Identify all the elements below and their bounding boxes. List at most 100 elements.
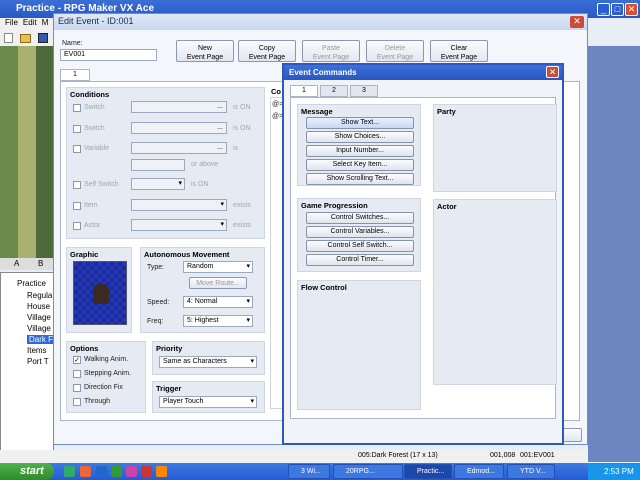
event-commands-close-button[interactable]: ✕ bbox=[546, 66, 559, 78]
message-panel: Message Show Text... Show Choices... Inp… bbox=[297, 104, 421, 186]
flow-control-title: Flow Control bbox=[301, 283, 347, 292]
type-select[interactable]: Random bbox=[183, 261, 253, 273]
quicklaunch-icon[interactable] bbox=[141, 466, 152, 477]
menu-edit[interactable]: Edit bbox=[23, 18, 37, 27]
actor-select[interactable] bbox=[131, 219, 227, 231]
move-route-button[interactable]: Move Route... bbox=[189, 277, 247, 289]
tree-item[interactable]: Village bbox=[27, 313, 51, 322]
switch1-checkbox[interactable] bbox=[73, 104, 81, 112]
status-map: 005:Dark Forest (17 x 13) bbox=[358, 452, 438, 459]
options-panel: Options ✓ Walking Anim. Stepping Anim. D… bbox=[66, 341, 146, 413]
control-switches-button[interactable]: Control Switches... bbox=[306, 212, 414, 224]
quicklaunch-icon[interactable] bbox=[80, 466, 91, 477]
show-scrolling-text-button[interactable]: Show Scrolling Text... bbox=[306, 173, 414, 185]
menu-mode[interactable]: M bbox=[42, 18, 49, 27]
tree-item[interactable]: Regula bbox=[27, 291, 52, 300]
quicklaunch-icon[interactable] bbox=[64, 466, 75, 477]
self-switch-select[interactable] bbox=[131, 178, 185, 190]
direction-fix-checkbox[interactable] bbox=[73, 384, 81, 392]
variable-select[interactable]: ... bbox=[131, 142, 227, 154]
status-coords: 001,008 bbox=[490, 452, 516, 459]
speed-label: Speed: bbox=[147, 299, 170, 306]
contents-title: Co bbox=[271, 87, 281, 96]
switch1-label: Switch bbox=[84, 104, 105, 111]
conditions-panel: Conditions Switch ... is ON Switch ... i… bbox=[66, 87, 265, 239]
delete-event-page-button[interactable]: Delete Event Page bbox=[366, 40, 424, 62]
name-input[interactable]: EV001 bbox=[60, 49, 157, 61]
tree-item[interactable]: Village bbox=[27, 324, 51, 333]
clear-event-page-button[interactable]: Clear Event Page bbox=[430, 40, 488, 62]
character-sprite bbox=[93, 284, 109, 304]
new-event-page-button[interactable]: New Event Page bbox=[176, 40, 234, 62]
item-select[interactable] bbox=[131, 199, 227, 211]
item-checkbox[interactable] bbox=[73, 202, 81, 210]
tree-item[interactable]: Practice bbox=[17, 279, 46, 288]
maximize-button[interactable]: □ bbox=[611, 3, 624, 16]
tab-page-1[interactable]: 1 bbox=[60, 69, 90, 81]
map-canvas[interactable] bbox=[588, 46, 640, 462]
show-text-button[interactable]: Show Text... bbox=[306, 117, 414, 129]
tab-commands-2[interactable]: 2 bbox=[320, 85, 348, 97]
freq-select[interactable]: 5: Highest bbox=[183, 315, 253, 327]
switch1-select[interactable]: ... bbox=[131, 101, 227, 113]
tab-commands-1[interactable]: 1 bbox=[290, 85, 318, 97]
self-switch-checkbox[interactable] bbox=[73, 181, 81, 189]
taskbar-item-active[interactable]: Practic... bbox=[404, 464, 452, 479]
variable-checkbox[interactable] bbox=[73, 145, 81, 153]
tileset-tab-a[interactable]: A bbox=[14, 259, 19, 268]
taskbar-item[interactable]: YTD V... bbox=[507, 464, 555, 479]
tree-item[interactable]: Port T bbox=[27, 357, 49, 366]
tileset-tab-b[interactable]: B bbox=[38, 259, 43, 268]
excel-icon[interactable] bbox=[111, 466, 122, 477]
close-button[interactable]: ✕ bbox=[625, 3, 638, 16]
tree-item[interactable]: House bbox=[27, 302, 50, 311]
actor-label: Actor bbox=[84, 222, 101, 229]
input-number-button[interactable]: Input Number... bbox=[306, 145, 414, 157]
apply-button[interactable] bbox=[562, 428, 582, 442]
new-icon[interactable] bbox=[4, 33, 13, 43]
control-variables-button[interactable]: Control Variables... bbox=[306, 226, 414, 238]
taskbar-item[interactable]: Edmod... bbox=[454, 464, 504, 479]
edit-event-close-button[interactable]: ✕ bbox=[570, 16, 584, 28]
event-commands-title-bar: Event Commands bbox=[284, 65, 562, 80]
event-commands-dialog: Event Commands ✕ 1 2 3 Message Show Text… bbox=[282, 63, 564, 445]
tree-item-selected[interactable]: Dark F bbox=[27, 335, 55, 344]
actor-exists: exists bbox=[233, 222, 251, 229]
start-button[interactable]: start bbox=[0, 463, 54, 480]
priority-select[interactable]: Same as Characters bbox=[159, 356, 257, 368]
switch2-checkbox[interactable] bbox=[73, 125, 81, 133]
show-choices-button[interactable]: Show Choices... bbox=[306, 131, 414, 143]
quicklaunch-icon[interactable] bbox=[126, 466, 137, 477]
stepping-anim-checkbox[interactable] bbox=[73, 370, 81, 378]
paste-event-page-button[interactable]: Paste Event Page bbox=[302, 40, 360, 62]
status-event: 001:EV001 bbox=[520, 452, 555, 459]
commands-page: Message Show Text... Show Choices... Inp… bbox=[290, 97, 557, 419]
graphic-panel: Graphic bbox=[66, 247, 132, 333]
word-icon[interactable] bbox=[96, 466, 107, 477]
tileset-palette[interactable] bbox=[0, 46, 54, 258]
taskbar-item[interactable]: 3 Wi... bbox=[288, 464, 330, 479]
control-self-switch-button[interactable]: Control Self Switch... bbox=[306, 240, 414, 252]
open-folder-icon[interactable] bbox=[20, 34, 31, 43]
select-key-item-button[interactable]: Select Key Item... bbox=[306, 159, 414, 171]
actor-checkbox[interactable] bbox=[73, 222, 81, 230]
through-label: Through bbox=[84, 398, 111, 405]
tab-commands-3[interactable]: 3 bbox=[350, 85, 378, 97]
graphic-preview[interactable] bbox=[73, 261, 127, 325]
tree-item[interactable]: Items bbox=[27, 346, 47, 355]
save-icon[interactable] bbox=[38, 33, 48, 43]
taskbar-item[interactable]: 20RPG... bbox=[333, 464, 403, 479]
minimize-button[interactable]: _ bbox=[597, 3, 610, 16]
walking-anim-checkbox[interactable]: ✓ bbox=[73, 356, 81, 364]
menu-file[interactable]: File bbox=[5, 18, 18, 27]
copy-event-page-button[interactable]: Copy Event Page bbox=[238, 40, 296, 62]
event-commands-title: Event Commands bbox=[289, 68, 357, 77]
priority-title: Priority bbox=[156, 344, 183, 353]
speed-select[interactable]: 4: Normal bbox=[183, 296, 253, 308]
switch2-select[interactable]: ... bbox=[131, 122, 227, 134]
control-timer-button[interactable]: Control Timer... bbox=[306, 254, 414, 266]
trigger-select[interactable]: Player Touch bbox=[159, 396, 257, 408]
variable-value-stepper[interactable] bbox=[131, 159, 185, 171]
firefox-icon[interactable] bbox=[156, 466, 167, 477]
through-checkbox[interactable] bbox=[73, 398, 81, 406]
